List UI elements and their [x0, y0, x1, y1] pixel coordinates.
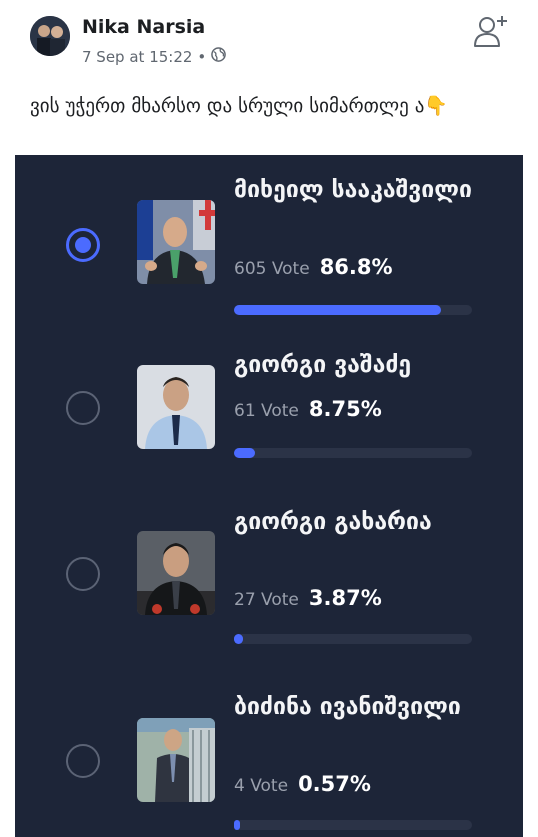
poll-option[interactable]: მიხეილ სააკაშვილი 605 Vote 86.8%	[15, 155, 523, 325]
radio-button[interactable]	[66, 391, 100, 425]
author-avatar[interactable]	[30, 16, 70, 56]
vote-summary: 27 Vote 3.87%	[234, 586, 382, 610]
progress-fill	[234, 448, 255, 458]
radio-button[interactable]	[66, 744, 100, 778]
candidate-photo	[137, 200, 215, 284]
vote-summary: 4 Vote 0.57%	[234, 772, 371, 796]
radio-button[interactable]	[66, 557, 100, 591]
candidate-photo	[137, 718, 215, 802]
add-friend-icon[interactable]	[472, 14, 508, 48]
meta-separator: •	[197, 47, 207, 66]
globe-icon	[211, 47, 227, 66]
progress-track	[234, 820, 472, 830]
vote-summary: 605 Vote 86.8%	[234, 255, 393, 279]
author-name[interactable]: Nika Narsia	[82, 16, 205, 38]
progress-track	[234, 634, 472, 644]
candidate-name: გიორგი გახარია	[234, 509, 432, 535]
post-meta: 7 Sep at 15:22 •	[82, 47, 227, 66]
post-text: ვის უჭერთ მხარსო და სრული სიმართლე ა👇	[30, 95, 449, 117]
progress-track	[234, 448, 472, 458]
progress-fill	[234, 305, 441, 315]
vote-count: 61 Vote	[234, 401, 299, 421]
candidate-photo	[137, 531, 215, 615]
post-timestamp[interactable]: 7 Sep at 15:22	[82, 48, 192, 66]
candidate-name: ბიძინა ივანიშვილი	[234, 694, 461, 720]
vote-count: 605 Vote	[234, 259, 310, 279]
progress-fill	[234, 634, 244, 644]
vote-percent: 3.87%	[308, 586, 382, 610]
vote-percent: 8.75%	[308, 397, 382, 421]
poll-option[interactable]: გიორგი გახარია 27 Vote 3.87%	[15, 500, 523, 670]
poll-option[interactable]: გიორგი ვაშაძე 61 Vote 8.75%	[15, 327, 523, 497]
progress-fill	[234, 820, 240, 830]
post-header: Nika Narsia 7 Sep at 15:22 • ვის უჭერთ მ…	[0, 0, 538, 155]
candidate-photo	[137, 365, 215, 449]
candidate-name: მიხეილ სააკაშვილი	[234, 177, 472, 203]
progress-track	[234, 305, 472, 315]
poll-option[interactable]: ბიძინა ივანიშვილი 4 Vote 0.57%	[15, 683, 523, 837]
candidate-name: გიორგი ვაშაძე	[234, 352, 412, 378]
vote-count: 27 Vote	[234, 590, 299, 610]
poll-card: მიხეილ სააკაშვილი 605 Vote 86.8% გიორგი …	[15, 155, 523, 837]
vote-percent: 86.8%	[319, 255, 393, 279]
vote-summary: 61 Vote 8.75%	[234, 397, 382, 421]
vote-count: 4 Vote	[234, 776, 289, 796]
vote-percent: 0.57%	[298, 772, 371, 796]
radio-button-selected[interactable]	[66, 228, 100, 262]
